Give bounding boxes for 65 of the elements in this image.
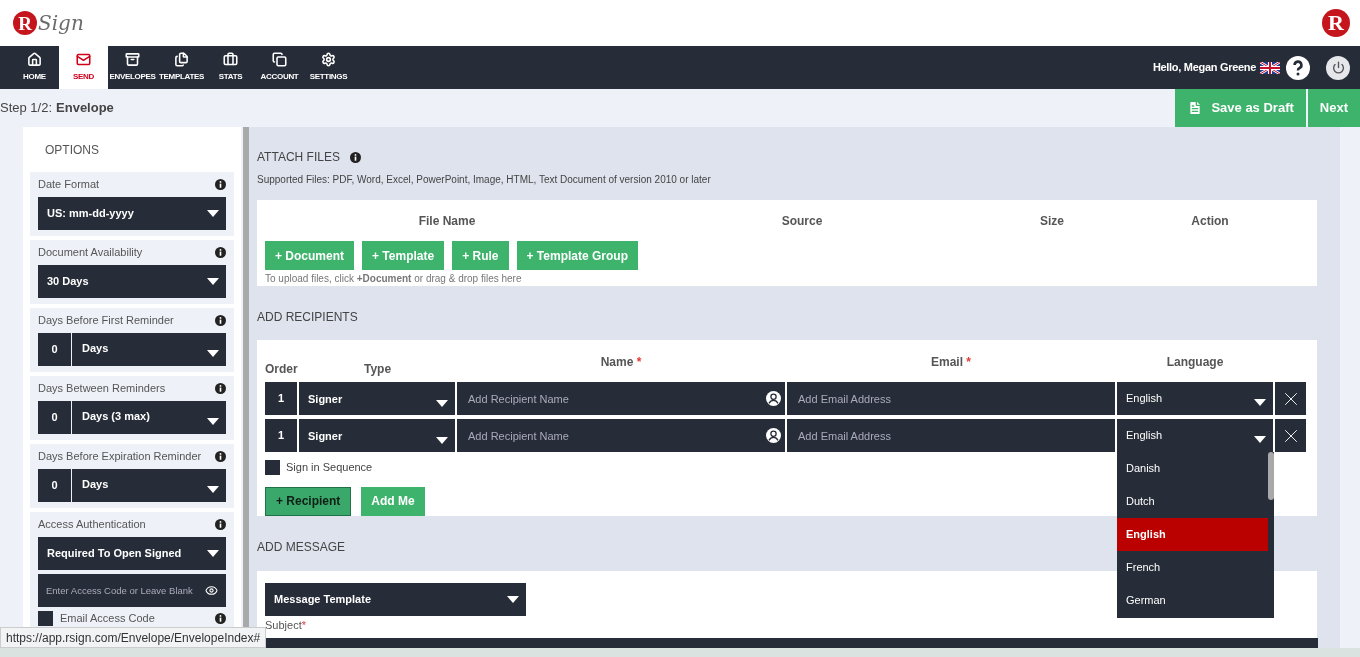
upload-hint: To upload files, click +Document or drag & drop files here [265, 272, 523, 286]
language-option[interactable]: French [1117, 551, 1268, 584]
column-header: Type [364, 361, 392, 378]
column-header: Language [1166, 354, 1224, 371]
nav-tab[interactable]: STATS [206, 46, 255, 89]
column-header: Email * [931, 354, 971, 371]
nav-tab[interactable]: SETTINGS [304, 46, 353, 89]
subject-label: Subject* [265, 617, 307, 633]
section-title: ADD MESSAGE [257, 538, 347, 556]
unit-select[interactable]: Days [72, 333, 226, 366]
nav-tab[interactable]: TEMPLATES [157, 46, 206, 89]
option-label: Days Between Reminders [38, 382, 166, 395]
language-option[interactable]: Danish [1117, 452, 1268, 485]
count-field[interactable]: 0 [38, 401, 71, 434]
column-header: Name * [600, 354, 642, 371]
option-select[interactable]: 30 Days [38, 265, 226, 298]
step-title: Envelope [56, 99, 114, 118]
recipient-name-field[interactable]: Add Recipient Name [457, 419, 785, 452]
nav-tab[interactable]: ENVELOPES [108, 46, 157, 89]
column-header: Source [781, 213, 823, 230]
option-label: Days Before Expiration Reminder [38, 450, 202, 463]
unit-select[interactable]: Days (3 max) [72, 401, 226, 434]
option-label: Access Authentication [38, 518, 146, 531]
access-code-field[interactable]: Enter Access Code or Leave Blank [38, 574, 226, 607]
order-cell: 1 [265, 419, 297, 452]
checkbox-label: Email Access Code [60, 611, 155, 626]
status-url: https://app.rsign.com/Envelope/EnvelopeIndex# [0, 627, 267, 648]
option-label: Document Availability [38, 246, 143, 259]
language-select[interactable]: English [1117, 382, 1273, 415]
supported-files-note: Supported Files: PDF, Word, Excel, PowerPoint, Image, HTML, Text Document of version 2010 or later [257, 173, 712, 187]
nav-tab[interactable]: ACCOUNT [255, 46, 304, 89]
corner-logo: R [1322, 9, 1350, 37]
message-template-select[interactable]: Message Template [265, 582, 526, 616]
option-label: Days Before First Reminder [38, 314, 174, 327]
language-option[interactable]: German [1117, 584, 1268, 617]
section-title: ADD RECIPIENTS [257, 309, 359, 326]
column-header: Size [1040, 213, 1064, 230]
logo-mark: R [13, 11, 37, 35]
type-select[interactable]: Signer [299, 382, 455, 415]
option-select[interactable]: US: mm-dd-yyyy [38, 197, 226, 230]
nav-tab[interactable]: SEND [59, 46, 108, 89]
step-label: Step 1/2: [0, 99, 53, 118]
options-title: OPTIONS [44, 142, 100, 159]
language-select[interactable]: English [1117, 419, 1273, 452]
greeting: Hello, Megan Greene [1152, 60, 1256, 76]
unit-select[interactable]: Days [72, 469, 226, 502]
recipient-name-field[interactable]: Add Recipient Name [457, 382, 785, 415]
checkbox-label: Sign in Sequence [286, 460, 373, 475]
add-recipient-button[interactable]: + Recipient [265, 486, 352, 516]
count-field[interactable]: 0 [38, 469, 71, 502]
logo-wordmark: Sign [38, 13, 84, 33]
email-field[interactable]: Add Email Address [787, 419, 1115, 452]
column-header: Action [1191, 213, 1229, 230]
section-title: ATTACH FILES [257, 149, 340, 166]
language-option[interactable]: Dutch [1117, 485, 1268, 518]
option-select[interactable]: Required To Open Signed [38, 537, 226, 570]
type-select[interactable]: Signer [299, 419, 455, 452]
language-option[interactable]: English [1117, 518, 1268, 551]
column-header: File Name [418, 213, 476, 230]
order-cell: 1 [265, 382, 297, 415]
count-field[interactable]: 0 [38, 333, 71, 366]
column-header: Order [265, 361, 298, 378]
option-label: Date Format [38, 178, 100, 191]
nav-tab[interactable]: HOME [10, 46, 59, 89]
email-field[interactable]: Add Email Address [787, 382, 1115, 415]
